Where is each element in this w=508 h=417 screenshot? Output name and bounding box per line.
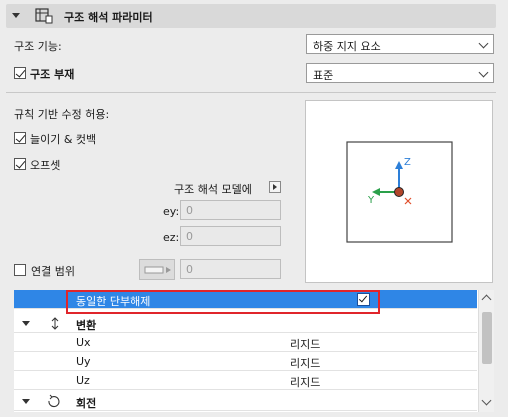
offset-checkbox[interactable] bbox=[14, 158, 26, 170]
scroll-down-icon[interactable] bbox=[481, 395, 492, 406]
same-end-release-checkbox[interactable] bbox=[357, 293, 370, 306]
collapse-triangle-icon[interactable] bbox=[12, 13, 20, 18]
chevron-down-icon bbox=[478, 38, 489, 49]
connection-range-input[interactable]: 0 bbox=[180, 259, 281, 279]
structural-member-label: 구조 부재 bbox=[30, 68, 75, 81]
table-group-rotation[interactable]: 회전 bbox=[14, 392, 477, 411]
table-row[interactable]: Ux 리지드 bbox=[14, 333, 477, 352]
ez-input[interactable]: 0 bbox=[180, 226, 281, 246]
table-scrollbar[interactable] bbox=[478, 290, 494, 412]
rule-based-label: 규칙 기반 수정 허용: bbox=[14, 108, 110, 121]
table-group-label: 변환 bbox=[76, 319, 97, 332]
analytical-model-label: 구조 해석 모델에 bbox=[174, 183, 252, 196]
connection-range-mode-button[interactable] bbox=[139, 259, 175, 280]
chevron-down-icon bbox=[478, 67, 489, 78]
release-table[interactable]: 동일한 단부해제 변환 Ux 리지드 Uy 리지드 Uz 리지드 회전 bbox=[14, 290, 494, 412]
z-axis-label: Z bbox=[404, 157, 411, 168]
structural-member-checkbox[interactable] bbox=[14, 67, 26, 79]
connection-range-checkbox[interactable] bbox=[14, 264, 26, 276]
range-slider-icon bbox=[144, 266, 171, 274]
table-row[interactable]: Uy 리지드 bbox=[14, 352, 477, 371]
rotation-icon bbox=[48, 394, 60, 408]
ey-input[interactable]: 0 bbox=[180, 200, 281, 220]
expand-triangle-icon[interactable] bbox=[22, 321, 30, 326]
panel-title: 구조 해석 파라미터 bbox=[64, 11, 153, 24]
table-group-translation[interactable]: 변환 bbox=[14, 314, 477, 333]
expand-triangle-icon[interactable] bbox=[22, 399, 30, 404]
offset-label: 오프셋 bbox=[30, 159, 61, 172]
panel-header[interactable]: 구조 해석 파라미터 bbox=[6, 4, 496, 28]
analytical-model-arrow-button[interactable] bbox=[269, 181, 281, 193]
y-axis-label: Y bbox=[368, 195, 375, 206]
table-group-label: 회전 bbox=[76, 397, 97, 410]
scroll-up-icon[interactable] bbox=[481, 294, 492, 305]
ey-label: ey: bbox=[163, 205, 180, 218]
table-row[interactable]: Uz 리지드 bbox=[14, 371, 477, 390]
connection-range-label: 연결 범위 bbox=[31, 265, 75, 278]
extend-trim-label: 늘이기 & 컷백 bbox=[30, 133, 97, 146]
structural-member-select[interactable]: 표준 bbox=[306, 63, 494, 83]
scrollbar-thumb[interactable] bbox=[482, 312, 492, 364]
ez-label: ez: bbox=[163, 231, 180, 244]
structural-function-select[interactable]: 하중 지지 요소 bbox=[306, 34, 494, 54]
structural-function-label: 구조 기능: bbox=[14, 40, 62, 53]
structure-analysis-icon bbox=[35, 8, 53, 24]
translation-arrows-icon bbox=[51, 317, 59, 330]
axis-preview-canvas bbox=[346, 141, 453, 243]
extend-trim-checkbox[interactable] bbox=[14, 132, 26, 144]
table-row-same-end-release[interactable]: 동일한 단부해제 bbox=[14, 290, 477, 309]
divider bbox=[6, 92, 496, 93]
axis-preview: Z Y bbox=[305, 100, 493, 283]
